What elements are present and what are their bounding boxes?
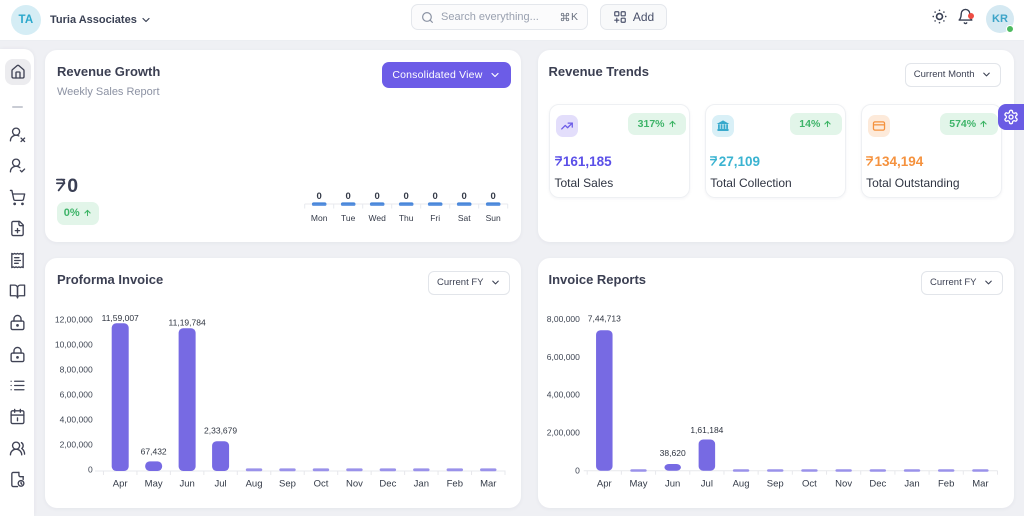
svg-text:0: 0 <box>317 191 322 202</box>
svg-text:Jan: Jan <box>414 479 429 490</box>
svg-text:8,00,000: 8,00,000 <box>547 314 580 324</box>
svg-text:Sat: Sat <box>458 213 471 223</box>
svg-text:11,59,007: 11,59,007 <box>102 313 139 323</box>
svg-text:Jul: Jul <box>701 479 713 490</box>
svg-text:Mar: Mar <box>972 479 988 490</box>
svg-text:Wed: Wed <box>369 213 387 223</box>
svg-text:6,00,000: 6,00,000 <box>547 352 580 362</box>
svg-text:Apr: Apr <box>113 479 128 490</box>
svg-text:0: 0 <box>491 191 496 202</box>
svg-text:4,00,000: 4,00,000 <box>60 415 93 425</box>
svg-text:Thu: Thu <box>399 213 414 223</box>
svg-text:Fri: Fri <box>430 213 440 223</box>
svg-text:11,19,784: 11,19,784 <box>169 318 206 328</box>
svg-text:0: 0 <box>346 191 351 202</box>
svg-text:38,620: 38,620 <box>660 448 686 458</box>
svg-text:Sun: Sun <box>486 213 501 223</box>
svg-text:10,00,000: 10,00,000 <box>55 340 93 350</box>
svg-text:Nov: Nov <box>835 479 852 490</box>
svg-text:0: 0 <box>404 191 409 202</box>
svg-text:0: 0 <box>375 191 380 202</box>
svg-text:Apr: Apr <box>597 479 612 490</box>
svg-text:8,00,000: 8,00,000 <box>60 365 93 375</box>
svg-text:12,00,000: 12,00,000 <box>55 315 93 325</box>
svg-text:Nov: Nov <box>346 479 363 490</box>
svg-text:2,00,000: 2,00,000 <box>60 440 93 450</box>
svg-text:2,33,679: 2,33,679 <box>204 426 237 436</box>
svg-text:0: 0 <box>433 191 438 202</box>
svg-text:Feb: Feb <box>938 479 954 490</box>
svg-text:1,61,184: 1,61,184 <box>690 425 723 435</box>
svg-text:6,00,000: 6,00,000 <box>60 390 93 400</box>
svg-text:2,00,000: 2,00,000 <box>547 428 580 438</box>
svg-text:Feb: Feb <box>447 479 463 490</box>
svg-text:Aug: Aug <box>733 479 750 490</box>
svg-text:Tue: Tue <box>341 213 356 223</box>
svg-text:Mar: Mar <box>480 479 496 490</box>
svg-text:7,44,713: 7,44,713 <box>588 313 621 323</box>
svg-text:4,00,000: 4,00,000 <box>547 390 580 400</box>
svg-text:Sep: Sep <box>279 479 296 490</box>
svg-text:Oct: Oct <box>802 479 817 490</box>
svg-text:Aug: Aug <box>246 479 263 490</box>
svg-text:Dec: Dec <box>379 479 396 490</box>
svg-text:0: 0 <box>88 465 93 475</box>
svg-text:Sep: Sep <box>767 479 784 490</box>
svg-text:Jan: Jan <box>904 479 919 490</box>
svg-text:Dec: Dec <box>869 479 886 490</box>
svg-text:May: May <box>145 479 163 490</box>
svg-text:May: May <box>630 479 648 490</box>
svg-text:Oct: Oct <box>314 479 329 490</box>
svg-text:0: 0 <box>462 191 467 202</box>
svg-text:67,432: 67,432 <box>141 447 167 457</box>
svg-text:Jun: Jun <box>665 479 680 490</box>
svg-text:0: 0 <box>575 465 580 475</box>
svg-text:Mon: Mon <box>311 213 328 223</box>
svg-text:Jul: Jul <box>215 479 227 490</box>
svg-text:Jun: Jun <box>179 479 194 490</box>
